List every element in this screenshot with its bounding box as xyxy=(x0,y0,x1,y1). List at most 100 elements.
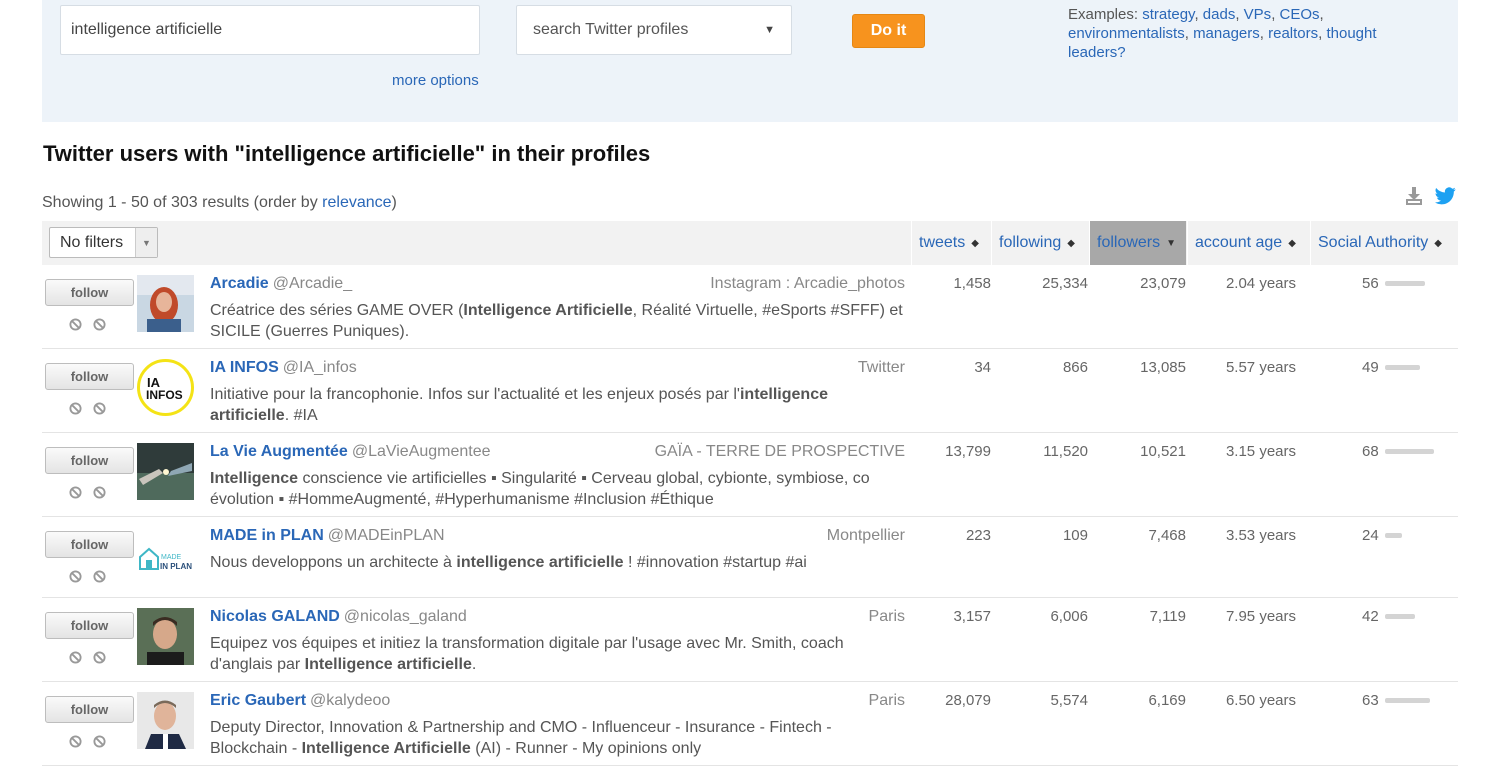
search-query-input[interactable] xyxy=(60,5,480,55)
bio-highlight: Intelligence Artificielle xyxy=(463,302,633,319)
follow-button[interactable]: follow xyxy=(45,531,134,558)
example-link[interactable]: VPs xyxy=(1244,6,1272,23)
sort-down-icon: ▼ xyxy=(1166,237,1177,249)
user-location: Montpellier xyxy=(826,527,905,544)
column-social-authority[interactable]: Social Authority ◆ xyxy=(1310,221,1458,265)
follow-button[interactable]: follow xyxy=(45,279,134,306)
column-followers[interactable]: followers ▼ xyxy=(1089,221,1186,265)
following-count: 109 xyxy=(1062,527,1088,544)
example-link[interactable]: managers xyxy=(1193,25,1260,42)
user-handle[interactable]: @LaVieAugmentee xyxy=(352,443,491,460)
download-icon[interactable] xyxy=(1405,186,1423,206)
user-display-name[interactable]: IA INFOS xyxy=(210,359,279,376)
page-title: Twitter users with "intelligence artific… xyxy=(43,141,651,166)
tweets-count: 28,079 xyxy=(945,692,991,709)
user-name[interactable]: Nicolas GALAND @nicolas_galand xyxy=(210,608,467,626)
user-handle[interactable]: @nicolas_galand xyxy=(344,608,467,625)
search-panel: search Twitter profiles ▼ Do it more opt… xyxy=(42,0,1458,122)
social-authority: 49 xyxy=(1362,359,1420,376)
user-display-name[interactable]: Eric Gaubert xyxy=(210,692,306,709)
user-name[interactable]: Arcadie @Arcadie_ xyxy=(210,275,352,293)
account-age: 7.95 years xyxy=(1225,608,1296,625)
block-icon[interactable] xyxy=(69,651,82,664)
hide-icon[interactable] xyxy=(93,651,106,664)
block-icon[interactable] xyxy=(69,570,82,583)
user-name[interactable]: IA INFOS @IA_infos xyxy=(210,359,357,377)
hide-icon[interactable] xyxy=(93,486,106,499)
user-name[interactable]: La Vie Augmentée @LaVieAugmentee xyxy=(210,443,491,461)
user-display-name[interactable]: Nicolas GALAND xyxy=(210,608,340,625)
filters-dropdown[interactable]: No filters ▼ xyxy=(49,227,158,258)
avatar[interactable] xyxy=(137,275,194,332)
user-location: GAÏA - TERRE DE PROSPECTIVE xyxy=(654,443,905,460)
block-icon[interactable] xyxy=(69,486,82,499)
hide-icon[interactable] xyxy=(93,402,106,415)
table-row: follow Eric Gaubert @kalydeoo Paris Deput… xyxy=(42,682,1458,766)
user-handle[interactable]: @Arcadie_ xyxy=(273,275,352,292)
hide-icon[interactable] xyxy=(93,318,106,331)
column-following[interactable]: following ◆ xyxy=(991,221,1088,265)
hide-icon[interactable] xyxy=(93,570,106,583)
do-it-button[interactable]: Do it xyxy=(852,14,925,48)
user-display-name[interactable]: La Vie Augmentée xyxy=(210,443,348,460)
hide-icon[interactable] xyxy=(93,735,106,748)
example-link[interactable]: environmentalists xyxy=(1068,25,1185,42)
table-row: follow IA INFOS IA INFOS @IA_infos Twitter… xyxy=(42,349,1458,433)
following-count: 5,574 xyxy=(1050,692,1088,709)
avatar[interactable]: IA INFOS xyxy=(137,359,194,416)
user-display-name[interactable]: Arcadie xyxy=(210,275,269,292)
block-icon[interactable] xyxy=(69,735,82,748)
avatar[interactable] xyxy=(137,443,194,500)
bio-highlight: Intelligence xyxy=(210,470,299,487)
social-authority-score: 68 xyxy=(1362,443,1379,460)
user-location: Paris xyxy=(868,608,905,625)
social-authority-bar xyxy=(1384,449,1434,454)
profile-type-select[interactable]: search Twitter profiles ▼ xyxy=(516,5,792,55)
row-actions xyxy=(69,402,106,415)
user-bio: Intelligence conscience vie artificielle… xyxy=(210,468,910,510)
user-name[interactable]: MADE in PLAN @MADEinPLAN xyxy=(210,527,445,545)
tweets-count: 13,799 xyxy=(945,443,991,460)
avatar[interactable] xyxy=(137,692,194,749)
social-authority-score: 49 xyxy=(1362,359,1379,376)
block-icon[interactable] xyxy=(69,402,82,415)
sort-icon: ◆ xyxy=(1067,237,1075,249)
twitter-icon[interactable] xyxy=(1435,187,1456,205)
account-age: 6.50 years xyxy=(1225,692,1296,709)
following-count: 6,006 xyxy=(1050,608,1088,625)
user-handle[interactable]: @kalydeoo xyxy=(310,692,390,709)
avatar[interactable]: MADE IN PLAN xyxy=(137,527,194,584)
column-followers-label: followers xyxy=(1097,234,1161,251)
example-link[interactable]: realtors xyxy=(1268,25,1318,42)
follow-button[interactable]: follow xyxy=(45,612,134,639)
column-account-age[interactable]: account age ◆ xyxy=(1187,221,1309,265)
followers-count: 7,468 xyxy=(1148,527,1186,544)
column-tweets-label: tweets xyxy=(919,234,966,251)
follow-button[interactable]: follow xyxy=(45,363,134,390)
bio-text: . xyxy=(471,656,477,673)
order-by-relevance-link[interactable]: relevance xyxy=(322,194,391,211)
results-summary: Showing 1 - 50 of 303 results (order by … xyxy=(42,194,397,212)
block-icon[interactable] xyxy=(69,318,82,331)
filters-label: No filters xyxy=(60,233,124,251)
account-age: 3.15 years xyxy=(1225,443,1296,460)
tweets-count: 3,157 xyxy=(953,608,991,625)
user-name[interactable]: Eric Gaubert @kalydeoo xyxy=(210,692,390,710)
followers-count: 10,521 xyxy=(1140,443,1186,460)
more-options-link[interactable]: more options xyxy=(392,72,479,89)
example-link[interactable]: CEOs xyxy=(1280,6,1320,23)
follow-button[interactable]: follow xyxy=(45,696,134,723)
social-authority: 63 xyxy=(1362,692,1430,709)
tweets-count: 34 xyxy=(974,359,991,376)
followers-count: 13,085 xyxy=(1140,359,1186,376)
user-handle[interactable]: @MADEinPLAN xyxy=(328,527,445,544)
avatar[interactable] xyxy=(137,608,194,665)
follow-button[interactable]: follow xyxy=(45,447,134,474)
example-link[interactable]: strategy xyxy=(1142,6,1194,23)
user-display-name[interactable]: MADE in PLAN xyxy=(210,527,324,544)
bio-text: Créatrice des séries GAME OVER ( xyxy=(210,302,464,319)
column-tweets[interactable]: tweets ◆ xyxy=(911,221,990,265)
row-actions xyxy=(69,486,106,499)
user-handle[interactable]: @IA_infos xyxy=(283,359,357,376)
example-link[interactable]: dads xyxy=(1203,6,1236,23)
